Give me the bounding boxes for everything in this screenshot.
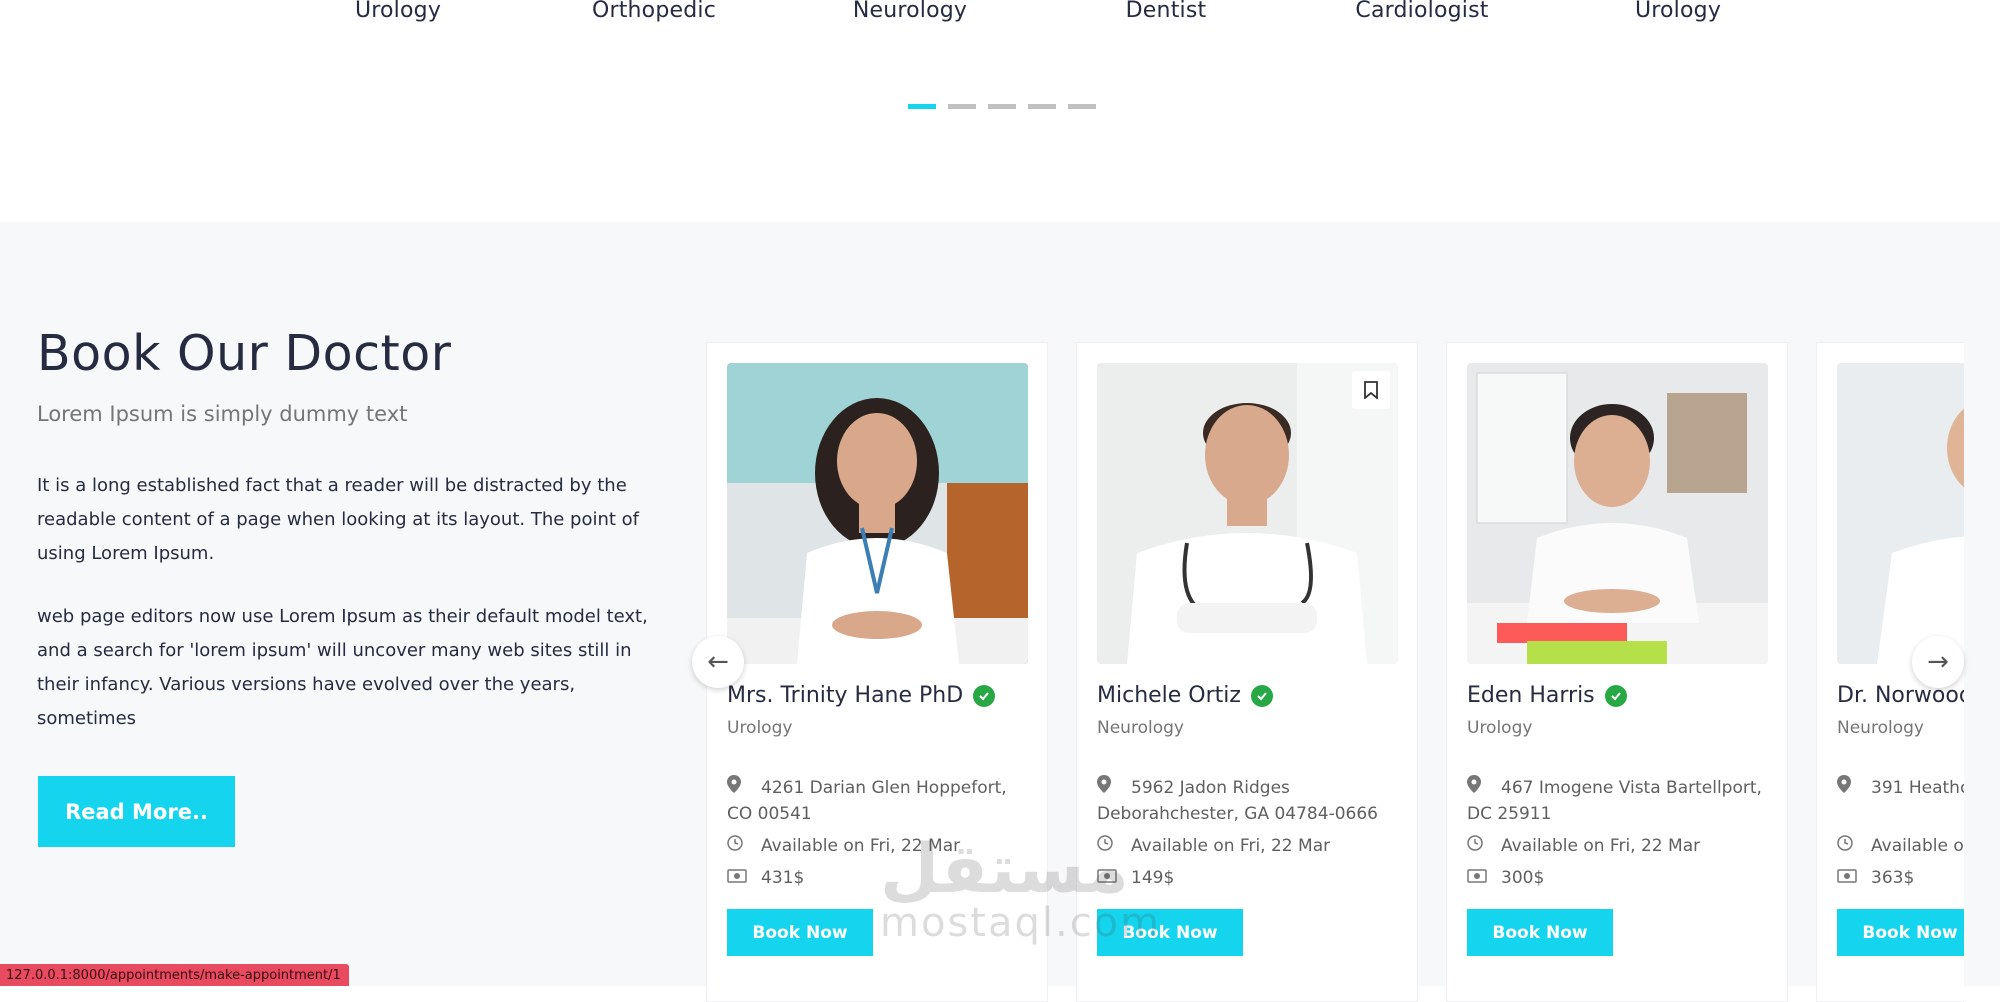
doctor-name-text[interactable]: Eden Harris	[1467, 683, 1595, 708]
speciality-item[interactable]: Orthopedic	[524, 0, 784, 23]
address-text: 5962 Jadon Ridges Deborahchester, GA 047…	[1097, 778, 1378, 824]
pagination-dot[interactable]	[948, 104, 976, 109]
doctor-name-text[interactable]: Mrs. Trinity Hane PhD	[727, 683, 963, 708]
doctor-price: 363$	[1837, 865, 1964, 891]
watermark-latin: mostaql.com	[880, 900, 1162, 946]
speciality-item[interactable]: Neurology	[780, 0, 1040, 23]
pagination-dot[interactable]	[1068, 104, 1096, 109]
doctor-name[interactable]: Eden Harris	[1467, 683, 1627, 708]
address-text: 391 Heathc Shany, ND 58118	[1871, 778, 1964, 798]
slider-next-button[interactable]: →	[1912, 636, 1964, 688]
address-text: 467 Imogene Vista Bartellport, DC 25911	[1467, 778, 1762, 824]
location-icon	[1467, 775, 1489, 801]
pagination-dot[interactable]	[1028, 104, 1056, 109]
speciality-item[interactable]: Cardiologist	[1292, 0, 1552, 23]
doctor-name-text[interactable]: Michele Ortiz	[1097, 683, 1241, 708]
doctor-photo[interactable]	[727, 363, 1028, 664]
doctor-price: 300$	[1467, 865, 1767, 891]
doctor-card: Eden Harris Urology 467 Imogene Vista Ba…	[1446, 342, 1788, 1002]
price-text: 300$	[1501, 868, 1545, 888]
doctor-speciality: Neurology	[1837, 718, 1924, 738]
doctor-name[interactable]: Mrs. Trinity Hane PhD	[727, 683, 996, 708]
bookmark-icon[interactable]	[1352, 371, 1390, 409]
money-icon	[1467, 865, 1489, 891]
read-more-button[interactable]: Read More..	[38, 776, 235, 847]
doctor-availability: Available on Fri, 22 Mar	[1467, 833, 1767, 859]
arrow-right-icon: →	[1927, 647, 1949, 677]
doctor-photo[interactable]	[1097, 363, 1398, 664]
doctor-address: 467 Imogene Vista Bartellport, DC 25911	[1467, 775, 1767, 827]
doctor-address: 4261 Darian Glen Hoppefort, CO 00541	[727, 775, 1027, 827]
doctor-address: 5962 Jadon Ridges Deborahchester, GA 047…	[1097, 775, 1397, 827]
section-title: Book Our Doctor	[37, 325, 452, 382]
speciality-item[interactable]: Urology	[1548, 0, 1808, 23]
status-bar-url: 127.0.0.1:8000/appointments/make-appoint…	[0, 964, 349, 986]
location-icon	[1097, 775, 1119, 801]
money-icon	[1837, 865, 1859, 891]
doctor-name[interactable]: Michele Ortiz	[1097, 683, 1273, 708]
speciality-item[interactable]: Urology	[268, 0, 528, 23]
watermark-arabic: مستقل	[880, 830, 1129, 909]
speciality-item[interactable]: Dentist	[1036, 0, 1296, 23]
book-now-button[interactable]: Book Now	[1467, 909, 1613, 956]
clock-icon	[1467, 833, 1489, 859]
availability-text: Available on Fri, 22 Mar	[1501, 836, 1701, 856]
section-paragraph: web page editors now use Lorem Ipsum as …	[37, 606, 648, 729]
section-paragraph: It is a long established fact that a rea…	[37, 475, 640, 564]
location-icon	[727, 775, 749, 801]
verified-icon	[1604, 684, 1627, 707]
doctor-speciality: Urology	[1467, 718, 1533, 738]
verified-icon	[973, 684, 996, 707]
doctor-photo[interactable]	[1837, 363, 1964, 664]
pagination-dot-active[interactable]	[908, 104, 936, 109]
arrow-left-icon: ←	[707, 647, 729, 677]
doctor-address: 391 Heathc Shany, ND 58118	[1837, 775, 1964, 801]
slider-pagination	[908, 104, 1096, 109]
price-text: 431$	[761, 868, 805, 888]
address-text: 4261 Darian Glen Hoppefort, CO 00541	[727, 778, 1007, 824]
doctor-availability: Available o	[1837, 833, 1964, 859]
price-text: 363$	[1871, 868, 1915, 888]
book-now-button[interactable]: Book Now	[727, 909, 873, 956]
money-icon	[727, 865, 749, 891]
pagination-dot[interactable]	[988, 104, 1016, 109]
book-now-button[interactable]: Book Now	[1837, 909, 1964, 956]
location-icon	[1837, 775, 1859, 801]
doctor-speciality: Neurology	[1097, 718, 1184, 738]
section-subtitle: Lorem Ipsum is simply dummy text	[37, 402, 408, 426]
clock-icon	[727, 833, 749, 859]
clock-icon	[1837, 833, 1859, 859]
availability-text: Available o	[1871, 836, 1964, 856]
specialities-slider: Urology Orthopedic Neurology Dentist Car…	[0, 0, 2000, 222]
watermark-logo: مستقل mostaql.com	[880, 830, 1162, 947]
doctor-speciality: Urology	[727, 718, 793, 738]
doctor-photo[interactable]	[1467, 363, 1768, 664]
verified-icon	[1250, 684, 1273, 707]
slider-prev-button[interactable]: ←	[692, 636, 744, 688]
